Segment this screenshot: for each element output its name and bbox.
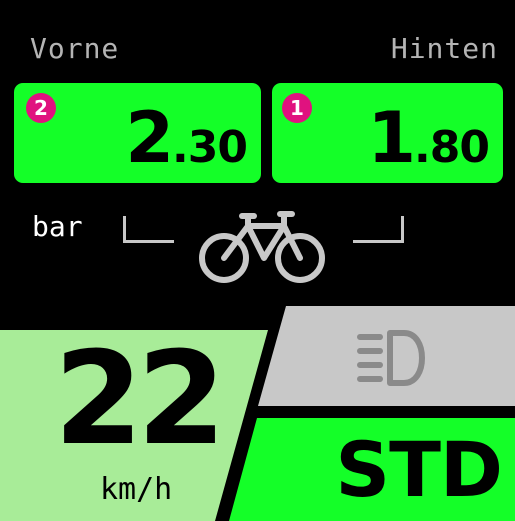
bike-computer-screen: Vorne Hinten 2 2.30 1 1.80 bar 22 km/h S… [0,0,515,521]
speed-unit: km/h [100,472,173,507]
mode-label: STD [335,425,503,514]
headlight-icon [357,330,425,386]
speed-value: 22 [53,325,226,474]
